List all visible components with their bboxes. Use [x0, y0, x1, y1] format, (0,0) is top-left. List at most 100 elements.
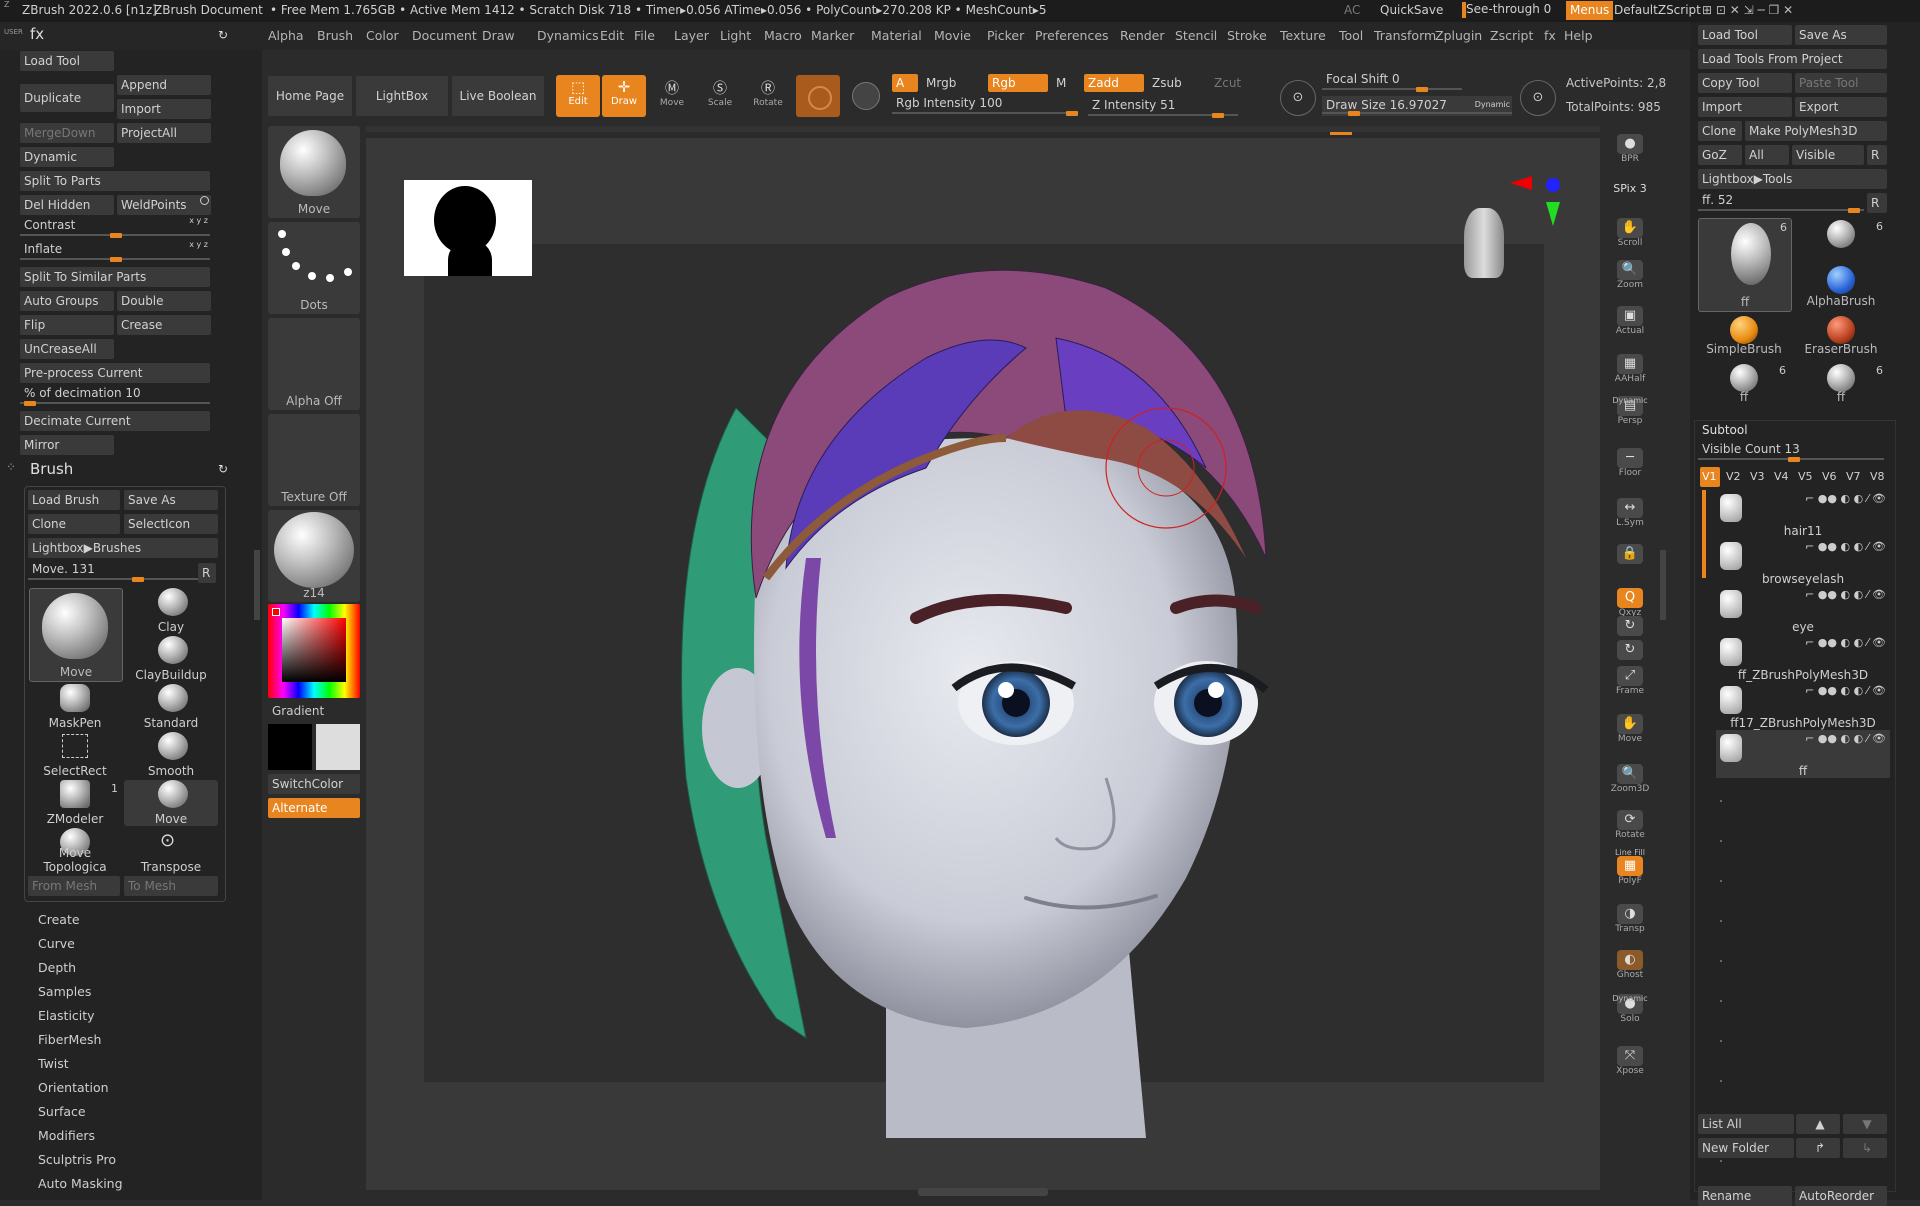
subtool-row[interactable]: ⌐ ●● ◐ ◐ ⁄ 👁 browseyelash	[1716, 538, 1890, 586]
viewport-tool-zoom3d[interactable]: 🔍 Zoom3D	[1608, 760, 1652, 800]
brush-refresh-icon[interactable]: ↻	[218, 462, 228, 476]
select-icon-button[interactable]: SelectIcon	[124, 514, 218, 534]
subtool-visibility-icons[interactable]: ⌐ ●● ◐ ◐ ⁄ 👁	[1805, 492, 1886, 505]
ac-indicator[interactable]: AC	[1344, 3, 1360, 17]
subpalette-surface[interactable]: Surface	[38, 1104, 86, 1119]
viewport-tool-aahalf[interactable]: ▦ AAHalf	[1608, 350, 1652, 390]
brush-claybuildup[interactable]: ClayBuildup	[124, 636, 218, 682]
menu-fx[interactable]: fx	[1544, 28, 1556, 43]
material-slot[interactable]: z14	[268, 510, 360, 602]
version-tab-v3[interactable]: V3	[1748, 467, 1768, 487]
stroke-icon[interactable]: ⊙	[1280, 80, 1316, 116]
color-sphere-icon[interactable]	[852, 82, 880, 110]
brush-selectrect[interactable]: SelectRect	[28, 732, 122, 778]
subtool-visibility-icons[interactable]: ⌐ ●● ◐ ◐ ⁄ 👁	[1805, 732, 1886, 745]
split-similar-button[interactable]: Split To Similar Parts	[20, 267, 210, 287]
primary-color-swatch[interactable]	[268, 724, 312, 770]
viewport-tool-move[interactable]: ✋ Move	[1608, 710, 1652, 750]
menu-stroke[interactable]: Stroke	[1227, 28, 1267, 43]
menu-color[interactable]: Color	[366, 28, 399, 43]
brush-clay[interactable]: Clay	[124, 588, 218, 634]
menu-light[interactable]: Light	[720, 28, 751, 43]
move-mode-button[interactable]: Ⓜ Move	[650, 78, 694, 116]
menu-document[interactable]: Document	[412, 28, 477, 43]
quicksave-button[interactable]: QuickSave	[1380, 3, 1443, 17]
menu-layer[interactable]: Layer	[674, 28, 709, 43]
viewport-tool-rotate[interactable]: ⟳ Rotate	[1608, 806, 1652, 846]
double-button[interactable]: Double	[117, 291, 211, 311]
left-tray-handle[interactable]	[254, 550, 260, 620]
menu-stencil[interactable]: Stencil	[1175, 28, 1217, 43]
version-tab-v7[interactable]: V7	[1844, 467, 1864, 487]
viewport-tool-actual[interactable]: ▣ Actual	[1608, 302, 1652, 342]
draw-size-dynamic[interactable]: Dynamic	[1475, 100, 1510, 109]
tool-export-button[interactable]: Export	[1795, 97, 1887, 117]
material-swatch-button[interactable]	[796, 75, 840, 117]
inflate-slider[interactable]: Inflate x y z	[20, 240, 210, 262]
menu-render[interactable]: Render	[1120, 28, 1165, 43]
rename-button[interactable]: Rename	[1698, 1186, 1792, 1206]
subpalette-sculptris-pro[interactable]: Sculptris Pro	[38, 1152, 116, 1167]
draw-size-slider[interactable]: Draw Size 16.97027 Dynamic	[1322, 96, 1512, 116]
m-toggle[interactable]: M	[1052, 74, 1078, 92]
weldpoints-toggle-icon[interactable]	[200, 196, 209, 205]
copy-tool-button[interactable]: Copy Tool	[1698, 73, 1792, 93]
subpalette-depth[interactable]: Depth	[38, 960, 76, 975]
paste-tool-button[interactable]: Paste Tool	[1795, 73, 1887, 93]
menu-dynamics[interactable]: Dynamics	[537, 28, 599, 43]
scale-mode-button[interactable]: Ⓢ Scale	[698, 78, 742, 116]
subtool-row[interactable]: ⌐ ●● ◐ ◐ ⁄ 👁 ff_ZBrushPolyMesh3D	[1716, 634, 1890, 682]
viewport-tool-scroll[interactable]: ✋ Scroll	[1608, 214, 1652, 254]
visible-count-slider[interactable]: Visible Count 13	[1698, 442, 1884, 462]
brush-smooth[interactable]: Smooth	[124, 732, 218, 778]
subtool-row[interactable]: ⌐ ●● ◐ ◐ ⁄ 👁 eye	[1716, 586, 1890, 634]
tool-thumb-eraserbrush[interactable]: EraserBrush	[1795, 314, 1887, 358]
menu-transform[interactable]: Transform	[1374, 28, 1436, 43]
brush-clone-button[interactable]: Clone	[28, 514, 120, 534]
contrast-slider[interactable]: Contrast x y z	[20, 216, 210, 238]
version-tab-v2[interactable]: V2	[1724, 467, 1744, 487]
subpalette-fibermesh[interactable]: FiberMesh	[38, 1032, 101, 1047]
menu-macro[interactable]: Macro	[764, 28, 802, 43]
append-button[interactable]: Append	[117, 75, 211, 95]
drag-handle-icon[interactable]: ⁘	[6, 460, 16, 474]
lightbox-brushes-button[interactable]: Lightbox▶Brushes	[28, 538, 218, 558]
color-saturation-square[interactable]	[282, 618, 346, 682]
mrgb-toggle[interactable]: Mrgb	[922, 74, 986, 92]
subtool-row[interactable]: ⌐ ●● ◐ ◐ ⁄ 👁 ff	[1716, 730, 1890, 778]
folder-action-button[interactable]: ↱	[1796, 1138, 1840, 1158]
menu-tool[interactable]: Tool	[1339, 28, 1363, 43]
tool-save-as-button[interactable]: Save As	[1795, 25, 1887, 45]
viewport-tool-ghost[interactable]: ◐ Ghost	[1608, 946, 1652, 986]
zsub-toggle[interactable]: Zsub	[1148, 74, 1208, 92]
zcut-toggle[interactable]: Zcut	[1210, 74, 1260, 92]
zadd-toggle[interactable]: Zadd	[1084, 74, 1144, 92]
goz-all-button[interactable]: All	[1745, 145, 1789, 165]
canvas-viewport[interactable]	[366, 138, 1600, 1190]
right-tray-handle[interactable]	[1660, 550, 1666, 620]
lightbox-tools-button[interactable]: Lightbox▶Tools	[1698, 169, 1887, 189]
texture-slot[interactable]: Texture Off	[268, 414, 360, 506]
load-brush-button[interactable]: Load Brush	[28, 490, 120, 510]
brush-move-slider[interactable]: Move. 131	[28, 562, 198, 582]
gradient-label[interactable]: Gradient	[272, 704, 324, 718]
window-controls[interactable]: ⊞ ⊡ ✕ ⇲ ─ ❐ ✕	[1702, 3, 1793, 17]
alpha-slot[interactable]: Alpha Off	[268, 318, 360, 410]
color-picker[interactable]	[268, 604, 360, 698]
menu-preferences[interactable]: Preferences	[1035, 28, 1109, 43]
autoreorder-button[interactable]: AutoReorder	[1795, 1186, 1887, 1206]
subpalette-orientation[interactable]: Orientation	[38, 1080, 109, 1095]
subpalette-modifiers[interactable]: Modifiers	[38, 1128, 95, 1143]
home-page-button[interactable]: Home Page	[268, 76, 352, 116]
menu-movie[interactable]: Movie	[934, 28, 971, 43]
brush-move-topological[interactable]: Move Topologica	[28, 828, 122, 874]
refresh-icon[interactable]: ↻	[218, 28, 228, 42]
default-zscript[interactable]: DefaultZScript	[1614, 3, 1701, 17]
subpalette-curve[interactable]: Curve	[38, 936, 75, 951]
subtool-visibility-icons[interactable]: ⌐ ●● ◐ ◐ ⁄ 👁	[1805, 684, 1886, 697]
menu-texture[interactable]: Texture	[1280, 28, 1326, 43]
alternate-button[interactable]: Alternate	[268, 798, 360, 818]
move-up-button[interactable]: ▲	[1796, 1114, 1840, 1134]
split-to-parts-button[interactable]: Split To Parts	[20, 171, 210, 191]
viewport-tool-xpose[interactable]: ⤧ Xpose	[1608, 1042, 1652, 1082]
